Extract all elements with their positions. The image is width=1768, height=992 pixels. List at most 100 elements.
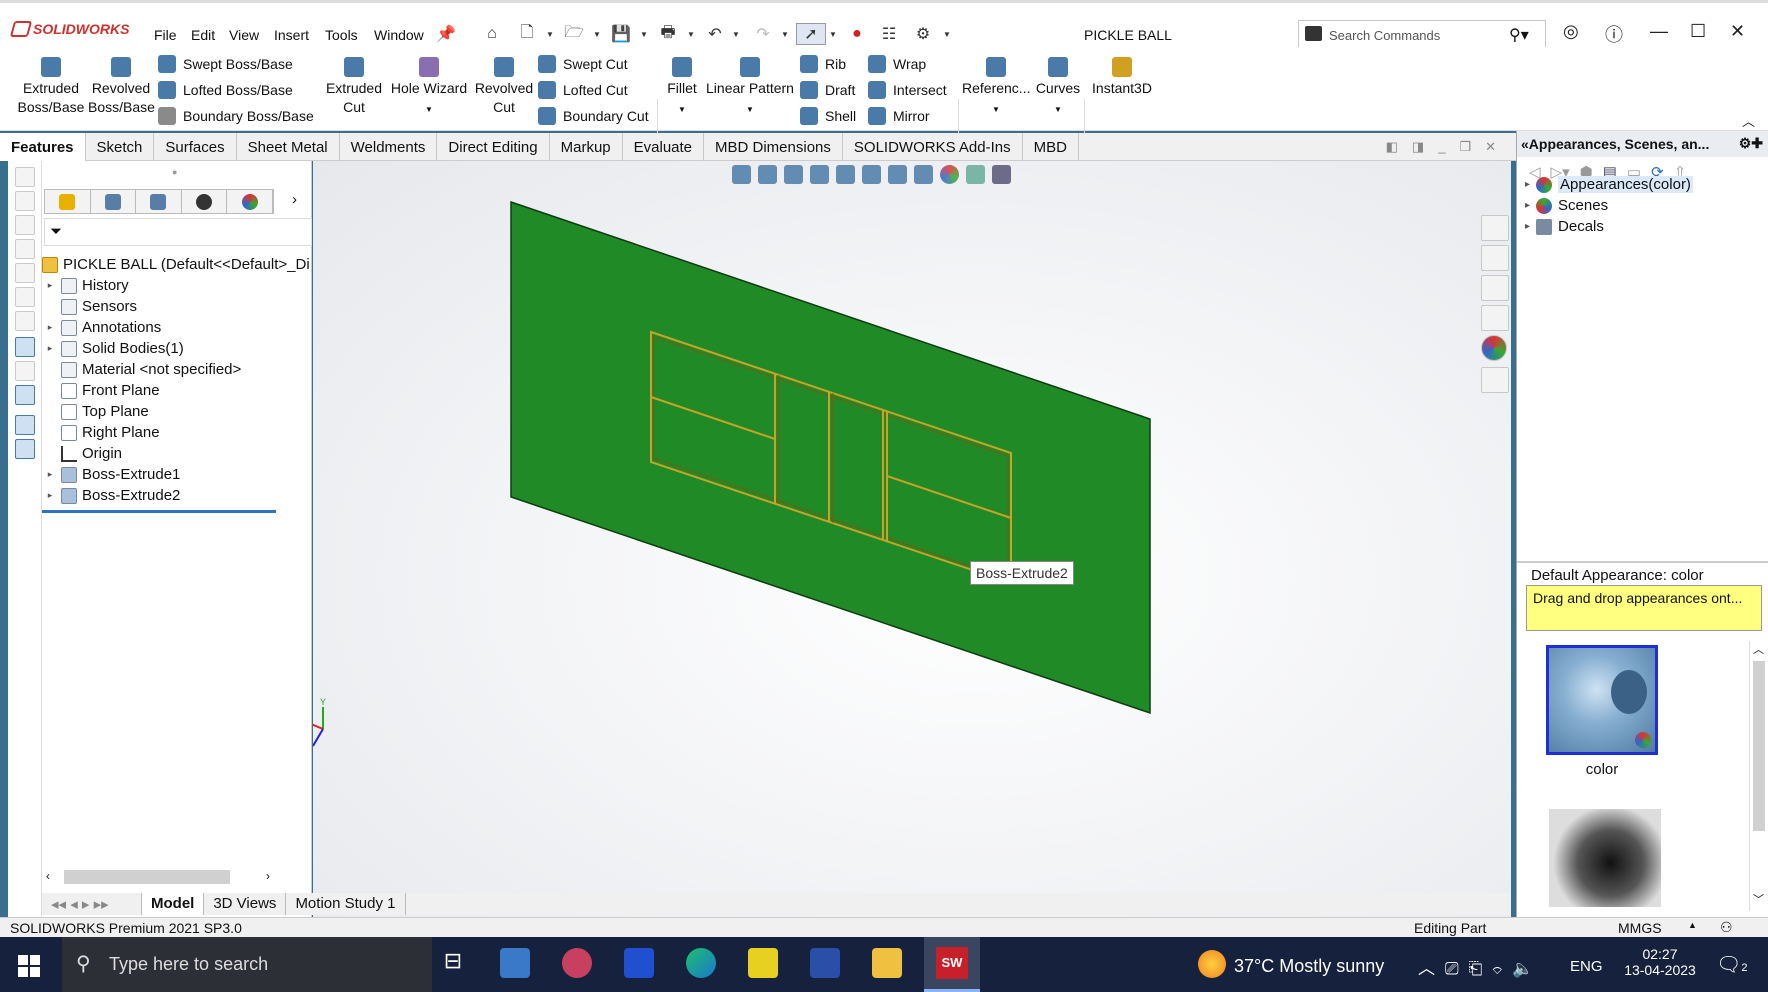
- toolbar-icon[interactable]: [15, 215, 35, 235]
- tree-item-boss-extrude1[interactable]: ▸ Boss-Extrude1: [44, 464, 181, 485]
- notification-icon[interactable]: 🗨2: [1716, 952, 1748, 977]
- minimize-doc-icon[interactable]: _: [1438, 139, 1445, 160]
- system-tray-icons[interactable]: ︿⎚⎗⌔🔈: [1418, 954, 1543, 979]
- toolbar-icon[interactable]: [15, 361, 35, 381]
- calculator-icon[interactable]: [500, 948, 530, 978]
- previous-view-icon[interactable]: [784, 165, 803, 184]
- tab-evaluate[interactable]: Evaluate: [623, 133, 705, 161]
- tab-3d-views[interactable]: 3D Views: [204, 893, 287, 915]
- chevron-up-icon[interactable]: ▲: [1688, 920, 1697, 930]
- extruded-boss-button[interactable]: Extruded Boss/Base: [16, 57, 86, 117]
- swept-boss-button[interactable]: Swept Boss/Base: [158, 55, 293, 73]
- expand-arrow-icon[interactable]: ▸: [44, 490, 56, 501]
- tab-mbd-dimensions[interactable]: MBD Dimensions: [704, 133, 843, 161]
- tree-item-front-plane[interactable]: Front Plane: [44, 380, 160, 401]
- tile-right-icon[interactable]: ◨: [1412, 139, 1424, 160]
- graphics-area[interactable]: Y X: [313, 161, 1511, 917]
- custom-properties-icon[interactable]: [1481, 367, 1509, 393]
- vertical-scrollbar[interactable]: ︿ ﹀: [1749, 641, 1767, 911]
- menu-view[interactable]: View: [229, 27, 259, 43]
- app-icon[interactable]: [562, 948, 592, 978]
- menu-tools[interactable]: Tools: [325, 27, 358, 43]
- toolbar-icon[interactable]: [15, 337, 35, 357]
- customize-status-icon[interactable]: ⚇: [1720, 919, 1733, 936]
- appearance-swatch-checker[interactable]: [1549, 809, 1661, 907]
- chevron-up-icon[interactable]: ︿: [1753, 641, 1764, 657]
- tree-item-history[interactable]: ▸ History: [44, 275, 129, 296]
- expand-arrow-icon[interactable]: ▸: [44, 322, 56, 333]
- expand-arrow-icon[interactable]: ▸: [1525, 200, 1530, 211]
- tree-item-boss-extrude2[interactable]: ▸ Boss-Extrude2: [44, 485, 181, 506]
- pin-icon[interactable]: 📌: [435, 23, 457, 45]
- pane-splitter[interactable]: [1517, 561, 1768, 563]
- edit-appearance-icon[interactable]: [940, 165, 959, 184]
- rib-button[interactable]: Rib: [800, 55, 846, 73]
- gear-icon[interactable]: ⚙✚: [1739, 135, 1763, 152]
- hide-show-items-icon[interactable]: [914, 165, 933, 184]
- revolved-boss-button[interactable]: Revolved Boss/Base: [88, 57, 155, 117]
- tab-sketch[interactable]: Sketch: [86, 133, 155, 161]
- hole-wizard-button[interactable]: Hole Wizard ▼: [388, 57, 470, 119]
- tree-item-origin[interactable]: Origin: [44, 443, 122, 464]
- chevron-down-icon[interactable]: ▼: [1054, 105, 1062, 114]
- menu-edit[interactable]: Edit: [191, 27, 215, 43]
- rollback-bar[interactable]: [42, 510, 276, 513]
- toolbar-icon[interactable]: [15, 167, 35, 187]
- swept-cut-button[interactable]: Swept Cut: [538, 55, 628, 73]
- chevron-down-icon[interactable]: ▼: [592, 23, 602, 45]
- app-icon[interactable]: [748, 948, 778, 978]
- chevron-down-icon[interactable]: ▼: [942, 23, 952, 45]
- lofted-boss-button[interactable]: Lofted Boss/Base: [158, 81, 293, 99]
- property-manager-tab[interactable]: [91, 190, 137, 213]
- chevron-down-icon[interactable]: ▼: [686, 23, 696, 45]
- tab-surfaces[interactable]: Surfaces: [154, 133, 237, 161]
- minimize-button[interactable]: —: [1650, 21, 1668, 42]
- chevron-down-icon[interactable]: ▼: [639, 23, 649, 45]
- scroll-thumb[interactable]: [1753, 661, 1765, 831]
- tree-item-annotations[interactable]: ▸ Annotations: [44, 317, 162, 338]
- chevron-down-icon[interactable]: ▼: [780, 23, 790, 45]
- windows-start-icon[interactable]: [18, 955, 40, 977]
- tree-item-sensors[interactable]: Sensors: [44, 296, 137, 317]
- boundary-boss-button[interactable]: Boundary Boss/Base: [158, 107, 314, 125]
- zoom-to-fit-icon[interactable]: [732, 165, 751, 184]
- chevron-left-icon[interactable]: ‹: [46, 869, 50, 883]
- clock[interactable]: 02:27 13-04-2023: [1620, 946, 1700, 978]
- file-properties-icon[interactable]: ☷: [878, 23, 900, 45]
- view-settings-icon[interactable]: [992, 165, 1011, 184]
- tab-features[interactable]: Features: [0, 133, 86, 161]
- chevron-down-icon[interactable]: ▼: [746, 105, 754, 114]
- app-icon[interactable]: [624, 948, 654, 978]
- tp-item-decals[interactable]: ▸ Decals: [1525, 218, 1604, 235]
- user-icon[interactable]: ◎: [1563, 21, 1579, 42]
- toolbar-icon[interactable]: [15, 311, 35, 331]
- collapse-icon[interactable]: «: [1521, 136, 1529, 152]
- linear-pattern-button[interactable]: Linear Pattern ▼: [704, 57, 796, 119]
- solidworks-taskbar-button[interactable]: SW: [924, 937, 980, 992]
- toolbar-icon[interactable]: [15, 415, 35, 435]
- wrap-button[interactable]: Wrap: [868, 55, 926, 73]
- language-indicator[interactable]: ENG: [1570, 958, 1603, 975]
- toolbar-icon[interactable]: [15, 239, 35, 259]
- apply-scene-icon[interactable]: [966, 165, 985, 184]
- new-document-icon[interactable]: 🗋: [516, 23, 538, 45]
- tab-motion-study[interactable]: Motion Study 1: [286, 893, 406, 915]
- tab-sheet-metal[interactable]: Sheet Metal: [237, 133, 340, 161]
- tree-filter[interactable]: ⏷: [44, 218, 312, 246]
- rebuild-icon[interactable]: ●: [846, 23, 868, 45]
- toolbar-icon[interactable]: [15, 439, 35, 459]
- tree-item-material[interactable]: Material <not specified>: [44, 359, 241, 380]
- solidworks-resources-icon[interactable]: [1481, 215, 1509, 241]
- mirror-button[interactable]: Mirror: [868, 107, 930, 125]
- menu-window[interactable]: Window: [374, 27, 424, 43]
- design-library-icon[interactable]: [1481, 245, 1509, 271]
- tab-model[interactable]: Model: [142, 893, 205, 915]
- toolbar-icon[interactable]: [15, 385, 35, 405]
- shell-button[interactable]: Shell: [800, 107, 856, 125]
- feature-manager-tab[interactable]: [45, 190, 91, 213]
- zoom-to-area-icon[interactable]: [758, 165, 777, 184]
- tab-mbd[interactable]: MBD: [1023, 133, 1079, 161]
- boundary-cut-button[interactable]: Boundary Cut: [538, 107, 649, 125]
- tab-direct-editing[interactable]: Direct Editing: [437, 133, 550, 161]
- chevron-down-icon[interactable]: ▼: [678, 105, 686, 114]
